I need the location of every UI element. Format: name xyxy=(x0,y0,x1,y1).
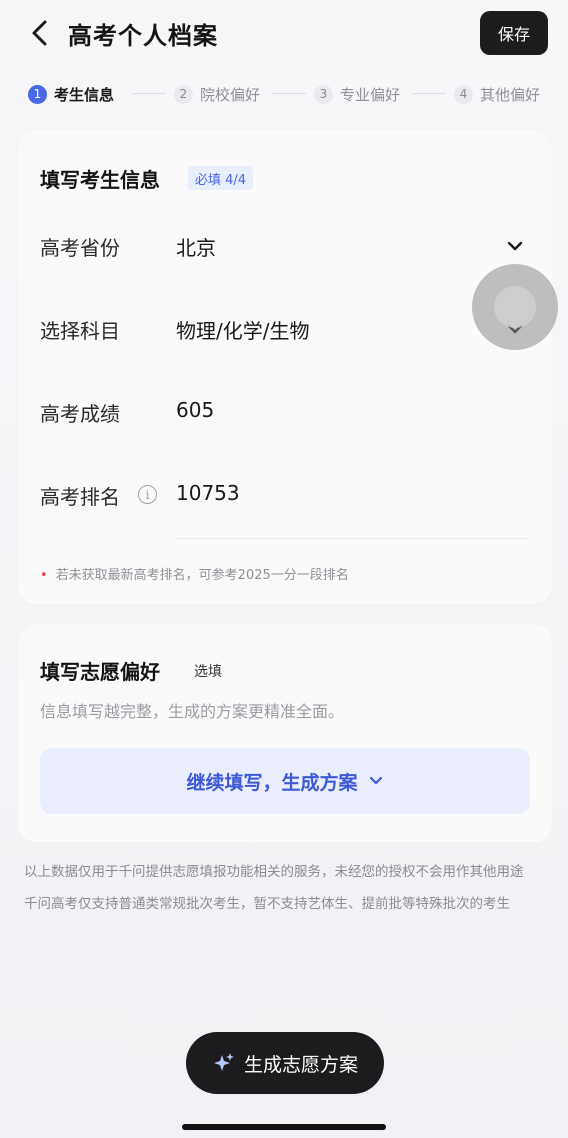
step-label: 专业偏好 xyxy=(340,85,401,104)
chevron-down-icon[interactable] xyxy=(505,238,525,254)
info-icon[interactable]: i xyxy=(138,485,157,504)
page-title: 高考个人档案 xyxy=(68,22,218,50)
required-dot: • xyxy=(40,568,48,583)
chevron-down-icon xyxy=(369,776,382,785)
step-number: 1 xyxy=(28,84,47,104)
card-description: 信息填写越完整，生成的方案更精准全面。 xyxy=(40,702,345,721)
continue-fill-button[interactable]: 继续填写，生成方案 xyxy=(40,748,530,814)
subjects-value: 物理/化学/生物 xyxy=(176,319,310,343)
top-bar: 高考个人档案 保存 xyxy=(0,0,568,68)
step-label: 考生信息 xyxy=(54,85,115,104)
step-label: 其他偏好 xyxy=(480,85,541,104)
chevron-left-icon[interactable] xyxy=(26,18,54,48)
generate-plan-label: 生成志愿方案 xyxy=(243,1053,358,1076)
required-badge: 必填 4/4 xyxy=(188,166,254,190)
rank-value[interactable]: 10753 xyxy=(176,481,240,505)
preference-card: 填写志愿偏好 选填 信息填写越完整，生成的方案更精准全面。 继续填写，生成方案 xyxy=(18,624,552,842)
step-number: 3 xyxy=(314,84,333,104)
field-label: 高考成绩 xyxy=(40,402,120,426)
sparkle-icon xyxy=(213,1053,234,1071)
card-title: 填写志愿偏好 xyxy=(40,660,160,684)
card-title: 填写考生信息 xyxy=(40,168,160,192)
step-other-preference[interactable]: 4 其他偏好 xyxy=(454,82,540,106)
divider xyxy=(176,538,528,539)
score-value[interactable]: 605 xyxy=(176,398,214,422)
step-connector xyxy=(272,93,306,94)
student-info-card: 填写考生信息 必填 4/4 高考省份 北京 选择科目 物理/化学/生物 高考成绩… xyxy=(18,130,552,604)
rank-hint-text: 若未获取最新高考排名，可参考2025一分一段排名 xyxy=(55,568,349,583)
continue-fill-label: 继续填写，生成方案 xyxy=(186,771,358,794)
home-indicator xyxy=(182,1124,386,1130)
rank-hint: • 若未获取最新高考排名，可参考2025一分一段排名 xyxy=(40,564,349,583)
step-number: 2 xyxy=(174,84,193,104)
step-major-preference[interactable]: 3 专业偏好 xyxy=(314,82,400,106)
field-label: 选择科目 xyxy=(40,319,120,343)
province-field[interactable]: 高考省份 北京 xyxy=(18,228,552,268)
optional-badge: 选填 xyxy=(194,664,222,680)
save-button[interactable]: 保存 xyxy=(480,11,548,55)
step-label: 院校偏好 xyxy=(200,85,261,104)
eligibility-notice: 千问高考仅支持普通类常规批次考生，暂不支持艺体生、提前批等特殊批次的考生 xyxy=(24,896,510,912)
field-label: 高考省份 xyxy=(40,236,120,260)
field-label: 高考排名 xyxy=(40,485,120,509)
app-screen: 高考个人档案 保存 1 考生信息 2 院校偏好 3 专业偏好 4 其他偏好 填写… xyxy=(0,0,568,1138)
score-field[interactable]: 高考成绩 605 xyxy=(18,394,552,434)
generate-plan-button[interactable]: 生成志愿方案 xyxy=(186,1032,384,1094)
touch-indicator xyxy=(472,264,558,350)
step-student-info[interactable]: 1 考生信息 xyxy=(28,82,114,106)
step-number: 4 xyxy=(454,84,473,104)
subjects-field[interactable]: 选择科目 物理/化学/生物 xyxy=(18,311,552,351)
step-indicator: 1 考生信息 2 院校偏好 3 专业偏好 4 其他偏好 xyxy=(0,82,568,106)
province-value: 北京 xyxy=(176,236,216,260)
step-school-preference[interactable]: 2 院校偏好 xyxy=(174,82,260,106)
rank-field[interactable]: 高考排名 i 10753 xyxy=(18,477,552,517)
step-connector xyxy=(132,93,166,94)
step-connector xyxy=(412,93,446,94)
privacy-notice: 以上数据仅用于千问提供志愿填报功能相关的服务，未经您的授权不会用作其他用途 xyxy=(24,864,524,880)
touch-indicator-core xyxy=(494,286,536,328)
